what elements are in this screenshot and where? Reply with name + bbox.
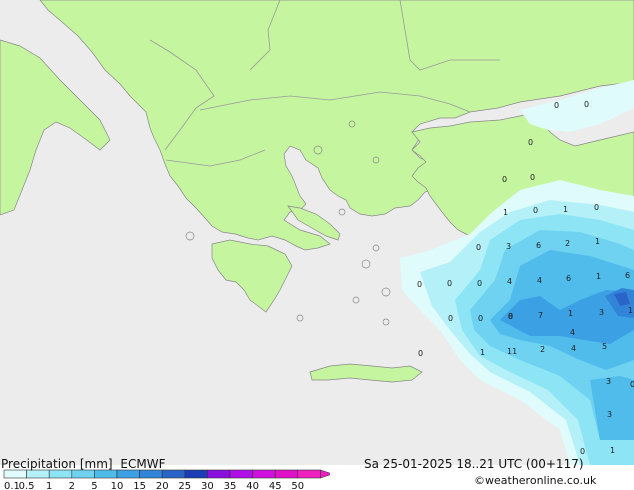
value-label: 0: [417, 280, 422, 289]
value-label: 2: [540, 345, 545, 354]
legend-label: 0.5: [19, 481, 35, 490]
value-label: 4: [537, 276, 542, 285]
value-label: 0: [554, 101, 559, 110]
value-label: 3: [606, 377, 611, 386]
legend-label: 45: [269, 481, 282, 490]
map-footer: 0.1 0.5 1 2 5 10 15 20 25 30 35 40 45 50 Precipitatio…: [0, 457, 634, 490]
value-label: 1: [563, 205, 568, 214]
legend-arrow: [320, 469, 330, 479]
legend-label: 5: [91, 481, 97, 490]
value-label: 0: [447, 279, 452, 288]
legend-swatch: [48, 469, 73, 479]
land-crete: [309, 363, 423, 383]
legend-label: 35: [224, 481, 237, 490]
legend-swatch: [161, 469, 186, 479]
value-label: 2: [565, 239, 570, 248]
value-label: 0: [533, 206, 538, 215]
value-label: 0: [478, 314, 483, 323]
value-label: 1: [503, 208, 508, 217]
legend-title: Precipitation [mm] ECMWF: [1, 457, 165, 471]
credit-link[interactable]: ©weatheronline.co.uk: [474, 474, 596, 487]
value-label: 1: [596, 272, 601, 281]
value-label: 6: [536, 241, 541, 250]
value-label: 0: [530, 173, 535, 182]
legend-label: 15: [133, 481, 146, 490]
value-label: 1: [568, 309, 573, 318]
legend-swatch: [94, 469, 118, 479]
legend-label: 20: [156, 481, 169, 490]
value-label: 4: [507, 277, 512, 286]
value-label: 0: [418, 349, 423, 358]
value-label: 7: [538, 311, 543, 320]
model-name: ECMWF: [120, 457, 166, 471]
value-label: 0: [584, 100, 589, 109]
legend-label: 2: [69, 481, 75, 490]
legend-swatch: [207, 469, 231, 479]
value-label: 0: [502, 175, 507, 184]
title-text: Precipitation [mm]: [1, 457, 113, 471]
legend-swatch: [116, 469, 140, 479]
value-label: 3: [506, 242, 511, 251]
legend-label: 1: [46, 481, 52, 490]
legend-label: 25: [178, 481, 191, 490]
value-label: 1: [610, 446, 615, 455]
value-label: 0: [528, 138, 533, 147]
legend-label: 30: [201, 481, 214, 490]
legend-swatch: [3, 469, 27, 479]
legend-label: 0.1: [4, 481, 20, 490]
value-label: 0: [630, 380, 634, 389]
legend-swatch: [184, 469, 208, 479]
legend-swatch: [229, 469, 253, 479]
precipitation-map: 0 0 0 0 0 0 1 0 1 0 0 3 6 2 1 0 0 4 4 6 …: [0, 0, 634, 465]
legend-swatch: [274, 469, 299, 479]
legend-label: 50: [291, 481, 304, 490]
value-label: 4: [570, 328, 575, 337]
legend-swatch: [71, 469, 95, 479]
value-label: 0: [476, 243, 481, 252]
legend-labels: 0.10.5 1 2 5 10 15 20 25 30 35 40 45 50: [4, 481, 304, 490]
value-label: 1: [595, 237, 600, 246]
legend-swatch: [139, 469, 163, 479]
map-canvas: 0 0 0 0 0 0 1 0 1 0 0 3 6 2 1 0 0 4 4 6 …: [0, 0, 634, 465]
value-label: 8: [508, 312, 513, 321]
value-label: 0: [594, 203, 599, 212]
legend-label: 10: [111, 481, 124, 490]
value-label: 1: [628, 306, 633, 315]
value-label: 0: [477, 279, 482, 288]
value-label: 0: [448, 314, 453, 323]
value-label: 4: [571, 344, 576, 353]
value-label: 3: [607, 410, 612, 419]
value-label: 6: [566, 274, 571, 283]
value-label: 0: [580, 447, 585, 456]
legend-swatches: [3, 469, 330, 479]
forecast-datetime: Sa 25-01-2025 18..21 UTC (00+117): [364, 457, 584, 471]
value-label: 5: [602, 342, 607, 351]
legend-swatch: [252, 469, 276, 479]
legend-label: 40: [246, 481, 259, 490]
legend-swatch: [297, 469, 321, 479]
value-label: 3: [599, 308, 604, 317]
value-label: 1: [480, 348, 485, 357]
value-label: 6: [625, 271, 630, 280]
value-label: 11: [507, 347, 517, 356]
legend-swatch: [26, 469, 50, 479]
